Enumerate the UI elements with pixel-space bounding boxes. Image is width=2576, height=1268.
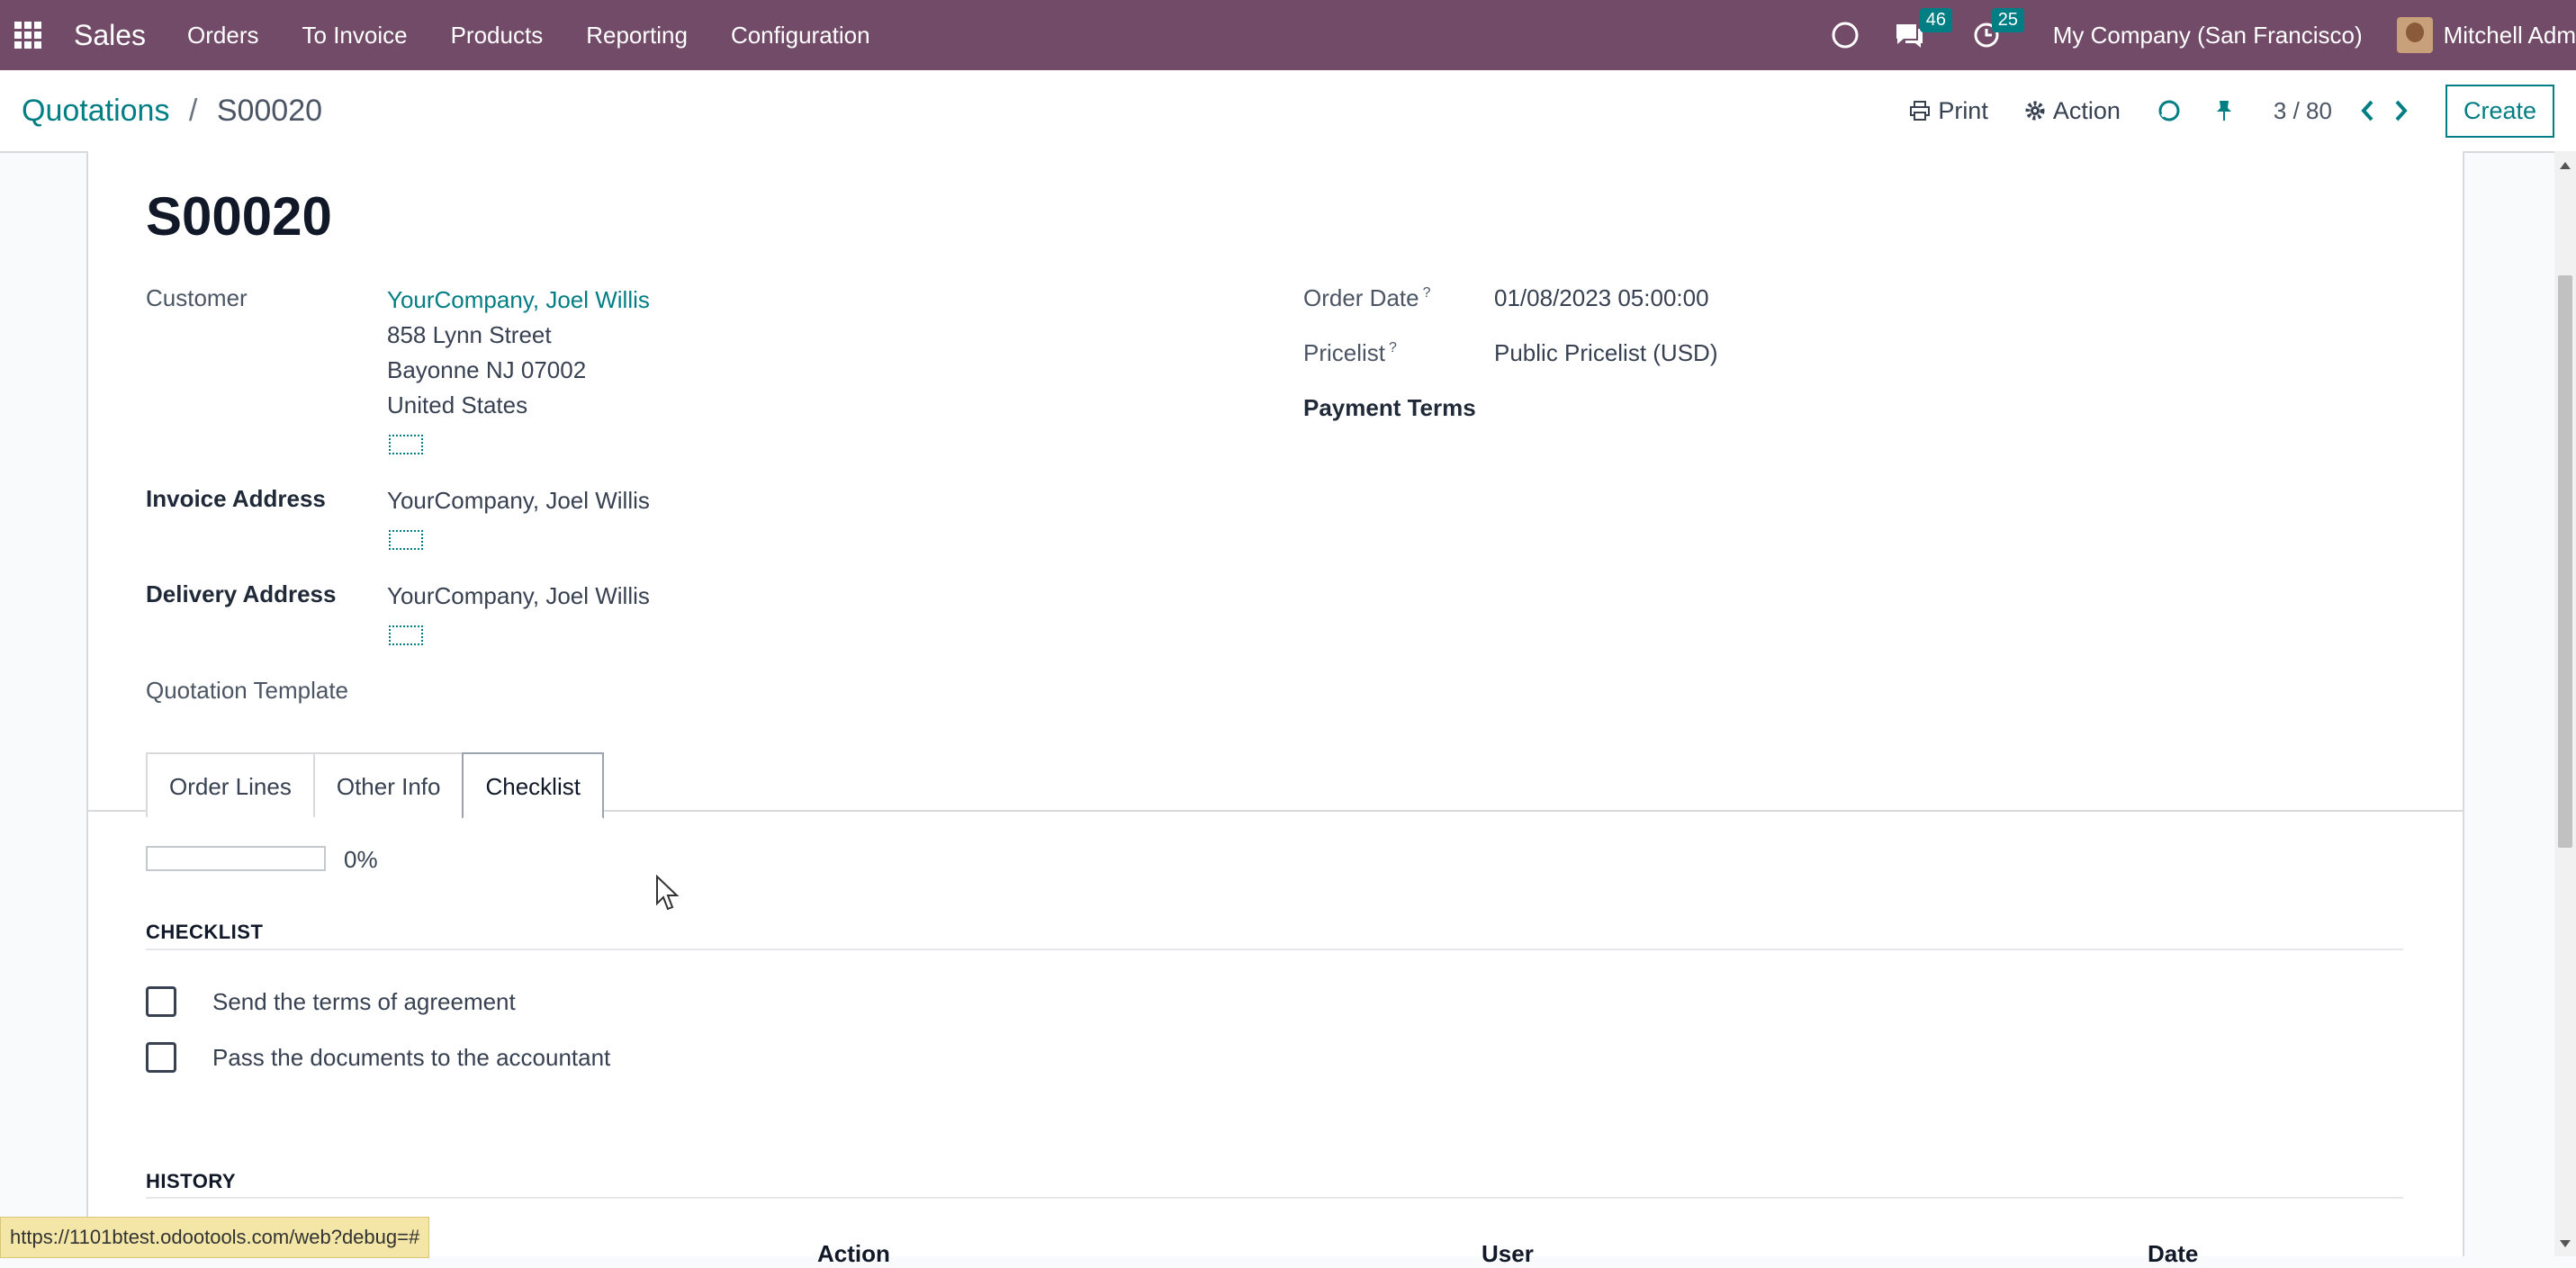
messages-badge: 46 — [1919, 8, 1952, 32]
delivery-address-value[interactable]: YourCompany, Joel Willis — [387, 582, 650, 610]
record-name: S00020 — [146, 186, 332, 247]
print-button[interactable]: Print — [1909, 97, 1988, 125]
scrollbar-thumb[interactable] — [2558, 275, 2572, 848]
pager-next-button[interactable] — [2393, 99, 2409, 122]
apps-menu-icon[interactable] — [14, 22, 41, 49]
odoobot-icon[interactable] — [1830, 20, 1860, 50]
pricelist-label: Pricelist? — [1303, 339, 1397, 366]
checklist-progress-text: 0% — [344, 846, 378, 873]
breadcrumb-separator: / — [188, 94, 198, 128]
scroll-up-arrow-icon[interactable] — [2560, 162, 2571, 169]
checklist-progress-bar — [146, 846, 326, 871]
chevron-left-icon — [2361, 100, 2373, 121]
menu-products[interactable]: Products — [451, 22, 544, 49]
app-name[interactable]: Sales — [74, 19, 146, 52]
help-mark[interactable]: ? — [1423, 285, 1431, 301]
history-column-user[interactable]: User — [1482, 1240, 1534, 1268]
history-divider — [146, 1197, 2403, 1199]
checklist-divider — [146, 949, 2403, 950]
print-icon — [1910, 101, 1931, 121]
notebook-tabs: Order Lines Other Info Checklist — [146, 752, 604, 819]
menu-orders[interactable]: Orders — [187, 22, 258, 49]
quotation-template-label: Quotation Template — [146, 677, 348, 704]
control-panel: Quotations / S00020 Print Action 3 / 80 … — [0, 70, 2576, 153]
top-navbar: Sales Orders To Invoice Products Reporti… — [0, 0, 2576, 70]
customer-address-line2: Bayonne NJ 07002 — [387, 356, 587, 383]
tab-order-lines[interactable]: Order Lines — [146, 752, 315, 817]
pin-button[interactable] — [2214, 99, 2234, 122]
delivery-address-label: Delivery Address — [146, 580, 337, 607]
history-section-title: HISTORY — [146, 1170, 237, 1192]
customer-label: Customer — [146, 284, 248, 311]
activities-badge: 25 — [1991, 8, 2024, 32]
menu-to-invoice[interactable]: To Invoice — [302, 22, 408, 49]
scroll-down-arrow-icon[interactable] — [2560, 1240, 2571, 1247]
invoice-address-label: Invoice Address — [146, 485, 326, 512]
checklist-checkbox-2[interactable] — [146, 1042, 176, 1073]
customer-address-line3: United States — [387, 391, 528, 418]
pager-value[interactable]: 3 / 80 — [2274, 97, 2332, 125]
history-column-date[interactable]: Date — [2148, 1240, 2198, 1268]
pager-previous-button[interactable] — [2359, 99, 2375, 122]
menu-reporting[interactable]: Reporting — [586, 22, 688, 49]
action-button[interactable]: Action — [2024, 97, 2121, 125]
customer-link[interactable]: YourCompany, Joel Willis — [387, 286, 650, 314]
customer-extra-field[interactable] — [389, 435, 423, 454]
customer-address-line1: 858 Lynn Street — [387, 321, 552, 348]
order-date-value[interactable]: 01/08/2023 05:00:00 — [1494, 284, 1709, 312]
checklist-item-2-label[interactable]: Pass the documents to the accountant — [212, 1044, 610, 1072]
mouse-cursor-icon — [656, 875, 680, 911]
print-label: Print — [1938, 96, 1988, 124]
breadcrumb-quotations[interactable]: Quotations — [22, 94, 169, 128]
help-mark[interactable]: ? — [1389, 340, 1397, 355]
link-status-bar: https://1101btest.odootools.com/web?debu… — [0, 1217, 430, 1258]
history-column-action[interactable]: Action — [817, 1240, 890, 1268]
invoice-extra-field[interactable] — [389, 530, 423, 550]
checklist-section-title: CHECKLIST — [146, 921, 264, 943]
tab-other-info[interactable]: Other Info — [312, 752, 464, 817]
messages-button[interactable]: 46 — [1893, 8, 1952, 49]
tab-checklist[interactable]: Checklist — [462, 752, 604, 819]
form-sheet: S00020 Customer YourCompany, Joel Willis… — [86, 151, 2464, 1256]
menu-configuration[interactable]: Configuration — [731, 22, 870, 49]
checklist-checkbox-1[interactable] — [146, 986, 176, 1017]
order-date-label: Order Date? — [1303, 284, 1431, 311]
delivery-extra-field[interactable] — [389, 625, 423, 645]
pin-icon — [2216, 101, 2231, 121]
checklist-item-1-label[interactable]: Send the terms of agreement — [212, 988, 516, 1016]
gear-icon — [2025, 101, 2045, 121]
company-switcher[interactable]: My Company (San Francisco) — [2053, 22, 2363, 49]
payment-terms-label: Payment Terms — [1303, 394, 1476, 421]
user-menu[interactable]: Mitchell Adm — [2444, 22, 2576, 49]
refresh-icon — [2158, 100, 2180, 121]
action-label: Action — [2052, 96, 2121, 124]
create-button[interactable]: Create — [2445, 84, 2554, 138]
discard-changes-button[interactable] — [2157, 98, 2182, 123]
chevron-right-icon — [2395, 100, 2408, 121]
pricelist-value[interactable]: Public Pricelist (USD) — [1494, 339, 1718, 367]
user-avatar[interactable] — [2396, 17, 2433, 53]
breadcrumb: Quotations / S00020 — [22, 94, 322, 129]
invoice-address-value[interactable]: YourCompany, Joel Willis — [387, 487, 650, 515]
activities-button[interactable]: 25 — [1972, 8, 2024, 49]
breadcrumb-current: S00020 — [216, 94, 323, 128]
